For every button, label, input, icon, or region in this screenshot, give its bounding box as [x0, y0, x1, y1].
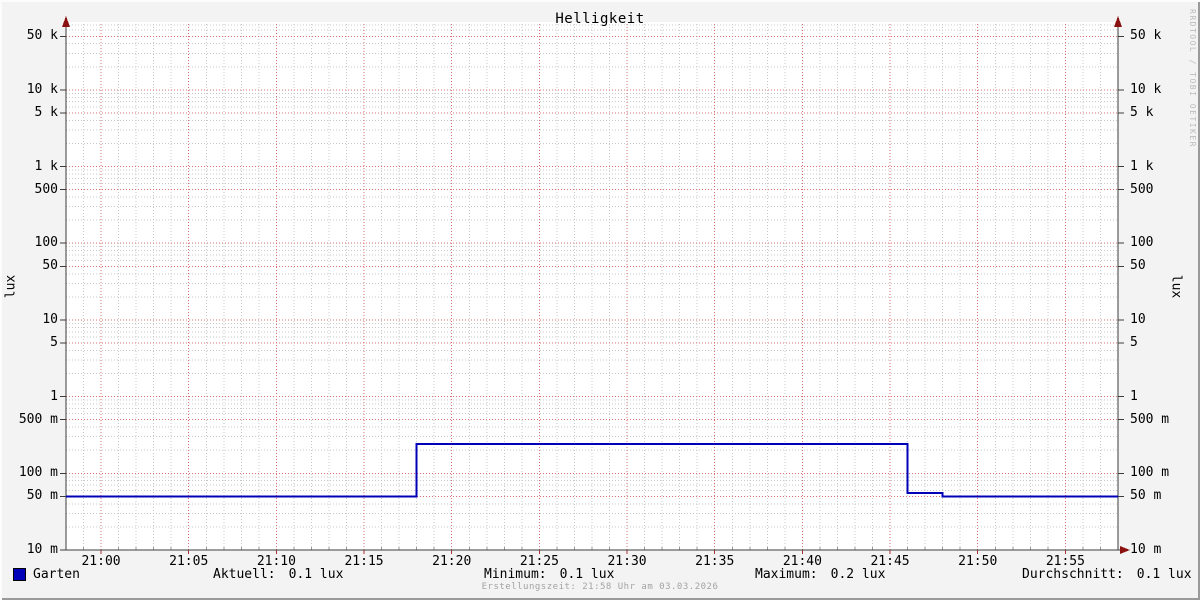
- y-tick-label-right: 1: [1130, 388, 1138, 404]
- y-tick-label-left: 100: [34, 235, 58, 251]
- y-tick-label-right: 500 m: [1130, 411, 1170, 427]
- y-tick-label-left: 100 m: [18, 465, 58, 481]
- y-tick-label-left: 1: [50, 388, 58, 404]
- stat-minimum: Minimum: 0.1 lux: [484, 567, 614, 582]
- y-tick-label-left: 5: [50, 335, 58, 350]
- stat-maximum: Maximum: 0.2 lux: [755, 567, 885, 582]
- x-tick-label: 21:20: [432, 554, 472, 569]
- y-tick-label-right: 5 k: [1130, 104, 1154, 120]
- x-tick-label: 21:30: [607, 554, 647, 569]
- y-tick-label-left: 50: [42, 258, 58, 274]
- y-tick-label-right: 10 m: [1130, 542, 1162, 557]
- plot-area: [60, 16, 1130, 554]
- y-tick-label-right: 50 m: [1130, 488, 1162, 504]
- series-label: Garten: [33, 567, 80, 582]
- y-tick-label-right: 500: [1130, 181, 1154, 197]
- stat-label: Maximum:: [755, 567, 818, 582]
- stat-value: 0.1 lux: [288, 567, 344, 582]
- y-tick-label-left: 10 m: [26, 542, 58, 557]
- stat-label: Minimum:: [484, 567, 547, 582]
- x-tick-label: 21:25: [519, 554, 559, 569]
- x-tick-label: 21:00: [81, 554, 121, 569]
- y-tick-label-left: 10 k: [26, 81, 58, 97]
- x-tick-label: 21:50: [958, 554, 998, 569]
- y-tick-label-right: 100: [1130, 235, 1154, 251]
- stat-value: 0.1 lux: [559, 567, 615, 582]
- y-tick-label-left: 50 m: [26, 488, 58, 504]
- y-tick-label-right: 1 k: [1130, 158, 1154, 174]
- y-tick-label-right: 5: [1130, 335, 1138, 350]
- x-tick-label: 21:40: [782, 554, 822, 569]
- y-tick-label-left: 1 k: [34, 158, 58, 174]
- series-swatch: [13, 568, 26, 581]
- y-tick-label-left: 5 k: [34, 104, 58, 120]
- x-tick-label: 21:05: [169, 554, 209, 569]
- y-tick-label-right: 50 k: [1130, 28, 1162, 44]
- stat-value: 0.1 lux: [1136, 567, 1192, 582]
- x-axis-arrow: [1120, 546, 1130, 554]
- y-tick-label-right: 50: [1130, 258, 1146, 274]
- y-tick-label-right: 100 m: [1130, 465, 1170, 481]
- x-tick-label: 21:45: [870, 554, 910, 569]
- stat-label: Durchschnitt:: [1022, 567, 1124, 582]
- x-tick-label: 21:35: [695, 554, 735, 569]
- x-tick-label: 21:55: [1045, 554, 1085, 569]
- x-tick-label: 21:10: [256, 554, 296, 569]
- creation-time: Erstellungszeit: 21:58 Uhr am 03.03.2026: [481, 582, 719, 592]
- y-tick-label-left: 500: [34, 181, 58, 197]
- stat-aktuell: Aktuell: 0.1 lux: [213, 567, 343, 582]
- chart-title: Helligkeit: [555, 11, 645, 27]
- stat-label: Aktuell:: [213, 567, 276, 582]
- y-tick-label-left: 500 m: [18, 411, 58, 427]
- stat-durchschnitt: Durchschnitt: 0.1 lux: [1022, 567, 1192, 582]
- y-tick-label-left: 10: [42, 311, 58, 327]
- y-tick-label-right: 10: [1130, 311, 1146, 327]
- y-tick-label-right: 10 k: [1130, 81, 1162, 97]
- rrdtool-graph: Helligkeit RRDTOOL / TOBI OETIKER lux lu…: [0, 0, 1200, 600]
- x-tick-label: 21:15: [344, 554, 384, 569]
- y-tick-label-left: 50 k: [26, 28, 58, 44]
- stat-value: 0.2 lux: [830, 567, 886, 582]
